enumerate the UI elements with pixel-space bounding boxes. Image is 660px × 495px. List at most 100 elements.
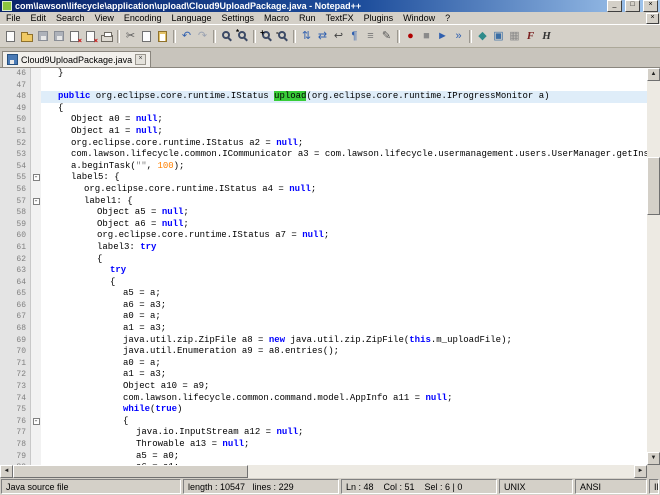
code-line-73[interactable]: 73Object a10 = a9; [0,381,647,393]
code-line-58[interactable]: 58Object a5 = null; [0,207,647,219]
open-file-icon[interactable] [19,29,34,44]
plugin-h-icon[interactable]: H [539,29,554,44]
scroll-down-arrow-icon[interactable]: ▼ [647,452,660,465]
menu-item-file[interactable]: File [1,12,26,24]
fold-marker-icon[interactable]: - [31,172,41,184]
menu-item-settings[interactable]: Settings [217,12,260,24]
tab-cloud9uploadpackage[interactable]: Cloud9UploadPackage.java × [2,51,151,67]
code-line-63[interactable]: 63try [0,265,647,277]
indent-guide-icon[interactable]: ≡ [363,29,378,44]
zoom-out-icon[interactable]: - [275,29,290,44]
user-define-language-icon[interactable]: ✎ [379,29,394,44]
undo-icon[interactable]: ↶ [179,29,194,44]
vertical-scroll-thumb[interactable] [647,157,660,215]
code-line-64[interactable]: 64{ [0,277,647,289]
fold-marker-icon[interactable]: - [31,416,41,428]
vertical-scrollbar[interactable]: ▲ ▼ [647,68,660,465]
sync-vertical-icon[interactable]: ⇅ [299,29,314,44]
horizontal-scroll-track[interactable] [13,465,634,478]
paste-icon[interactable] [155,29,170,44]
menu-item-language[interactable]: Language [166,12,216,24]
replace-icon[interactable]: * [235,29,250,44]
code-line-69[interactable]: 69java.util.zip.ZipFile a8 = new java.ut… [0,335,647,347]
code-line-53[interactable]: 53com.lawson.lifecycle.common.ICommunica… [0,149,647,161]
menu-item-textfx[interactable]: TextFX [321,12,359,24]
minimize-button[interactable]: _ [607,0,622,12]
code-line-46[interactable]: 46} [0,68,647,80]
macro-stop-icon[interactable]: ■ [419,29,434,44]
code-line-59[interactable]: 59Object a6 = null; [0,219,647,231]
redo-icon[interactable]: ↷ [195,29,210,44]
menu-item-help[interactable]: ? [440,12,455,24]
show-all-characters-icon[interactable]: ¶ [347,29,362,44]
code-line-60[interactable]: 60org.eclipse.core.runtime.IStatus a7 = … [0,230,647,242]
code-line-65[interactable]: 65a5 = a; [0,288,647,300]
new-file-icon[interactable] [3,29,18,44]
find-icon[interactable] [219,29,234,44]
code-line-51[interactable]: 51Object a1 = null; [0,126,647,138]
plugin-f-icon[interactable]: F [523,29,538,44]
code-line-75[interactable]: 75while(true) [0,404,647,416]
close-file-icon[interactable]: × [67,29,82,44]
tab-close-icon[interactable]: × [135,54,146,65]
print-icon[interactable] [99,29,114,44]
code-line-79[interactable]: 79a5 = a0; [0,451,647,463]
close-button[interactable]: × [643,0,658,12]
code-line-76[interactable]: 76-{ [0,416,647,428]
code-line-62[interactable]: 62{ [0,254,647,266]
code-line-68[interactable]: 68a1 = a3; [0,323,647,335]
code-line-55[interactable]: 55-label5: { [0,172,647,184]
save-icon[interactable] [35,29,50,44]
code-line-70[interactable]: 70java.util.Enumeration a9 = a8.entries(… [0,346,647,358]
menu-item-window[interactable]: Window [398,12,440,24]
code-line-67[interactable]: 67a0 = a; [0,311,647,323]
code-line-77[interactable]: 77java.io.InputStream a12 = null; [0,427,647,439]
menu-item-encoding[interactable]: Encoding [119,12,167,24]
menu-item-plugins[interactable]: Plugins [359,12,399,24]
code-line-47[interactable]: 47 [0,80,647,92]
code-line-74[interactable]: 74com.lawson.lifecycle.common.command.mo… [0,393,647,405]
menu-item-edit[interactable]: Edit [26,12,52,24]
code-line-71[interactable]: 71a0 = a; [0,358,647,370]
code-line-78[interactable]: 78Throwable a13 = null; [0,439,647,451]
menu-bar-close-button[interactable]: × [646,13,659,24]
code-line-50[interactable]: 50Object a0 = null; [0,114,647,126]
plugin-doc-map-icon[interactable]: ▣ [491,29,506,44]
maximize-button[interactable]: □ [625,0,640,12]
fold-margin [31,393,41,405]
close-all-icon[interactable]: × [83,29,98,44]
cut-icon[interactable]: ✂ [123,29,138,44]
plugin-monitor-icon[interactable]: ◆ [475,29,490,44]
code-line-72[interactable]: 72a1 = a3; [0,369,647,381]
macro-record-icon[interactable]: ● [403,29,418,44]
vertical-scroll-track[interactable] [647,81,660,452]
fold-marker-icon[interactable]: - [31,196,41,208]
horizontal-scroll-thumb[interactable] [13,465,248,478]
plugin-function-list-icon[interactable]: ▦ [507,29,522,44]
code-line-66[interactable]: 66a6 = a3; [0,300,647,312]
save-all-icon[interactable] [51,29,66,44]
zoom-in-icon[interactable]: + [259,29,274,44]
editor-text-area[interactable]: 46}4748public org.eclipse.core.runtime.I… [0,68,647,465]
menu-item-view[interactable]: View [90,12,119,24]
scroll-up-arrow-icon[interactable]: ▲ [647,68,660,81]
menu-item-run[interactable]: Run [294,12,321,24]
word-wrap-icon[interactable]: ↩ [331,29,346,44]
scroll-right-arrow-icon[interactable]: ► [634,465,647,478]
code-line-61[interactable]: 61label3: try [0,242,647,254]
macro-play-icon[interactable]: ► [435,29,450,44]
code-line-54[interactable]: 54a.beginTask("", 100); [0,161,647,173]
code-line-48[interactable]: 48public org.eclipse.core.runtime.IStatu… [0,91,647,103]
code-line-52[interactable]: 52org.eclipse.core.runtime.IStatus a2 = … [0,138,647,150]
code-line-56[interactable]: 56org.eclipse.core.runtime.IStatus a4 = … [0,184,647,196]
code-line-57[interactable]: 57-label1: { [0,196,647,208]
horizontal-scrollbar[interactable]: ◄ ► [0,465,660,478]
copy-icon[interactable] [139,29,154,44]
macro-run-multiple-icon[interactable]: » [451,29,466,44]
scroll-left-arrow-icon[interactable]: ◄ [0,465,13,478]
fold-margin [31,439,41,451]
code-line-49[interactable]: 49{ [0,103,647,115]
menu-item-search[interactable]: Search [51,12,90,24]
sync-horizontal-icon[interactable]: ⇄ [315,29,330,44]
menu-item-macro[interactable]: Macro [259,12,294,24]
